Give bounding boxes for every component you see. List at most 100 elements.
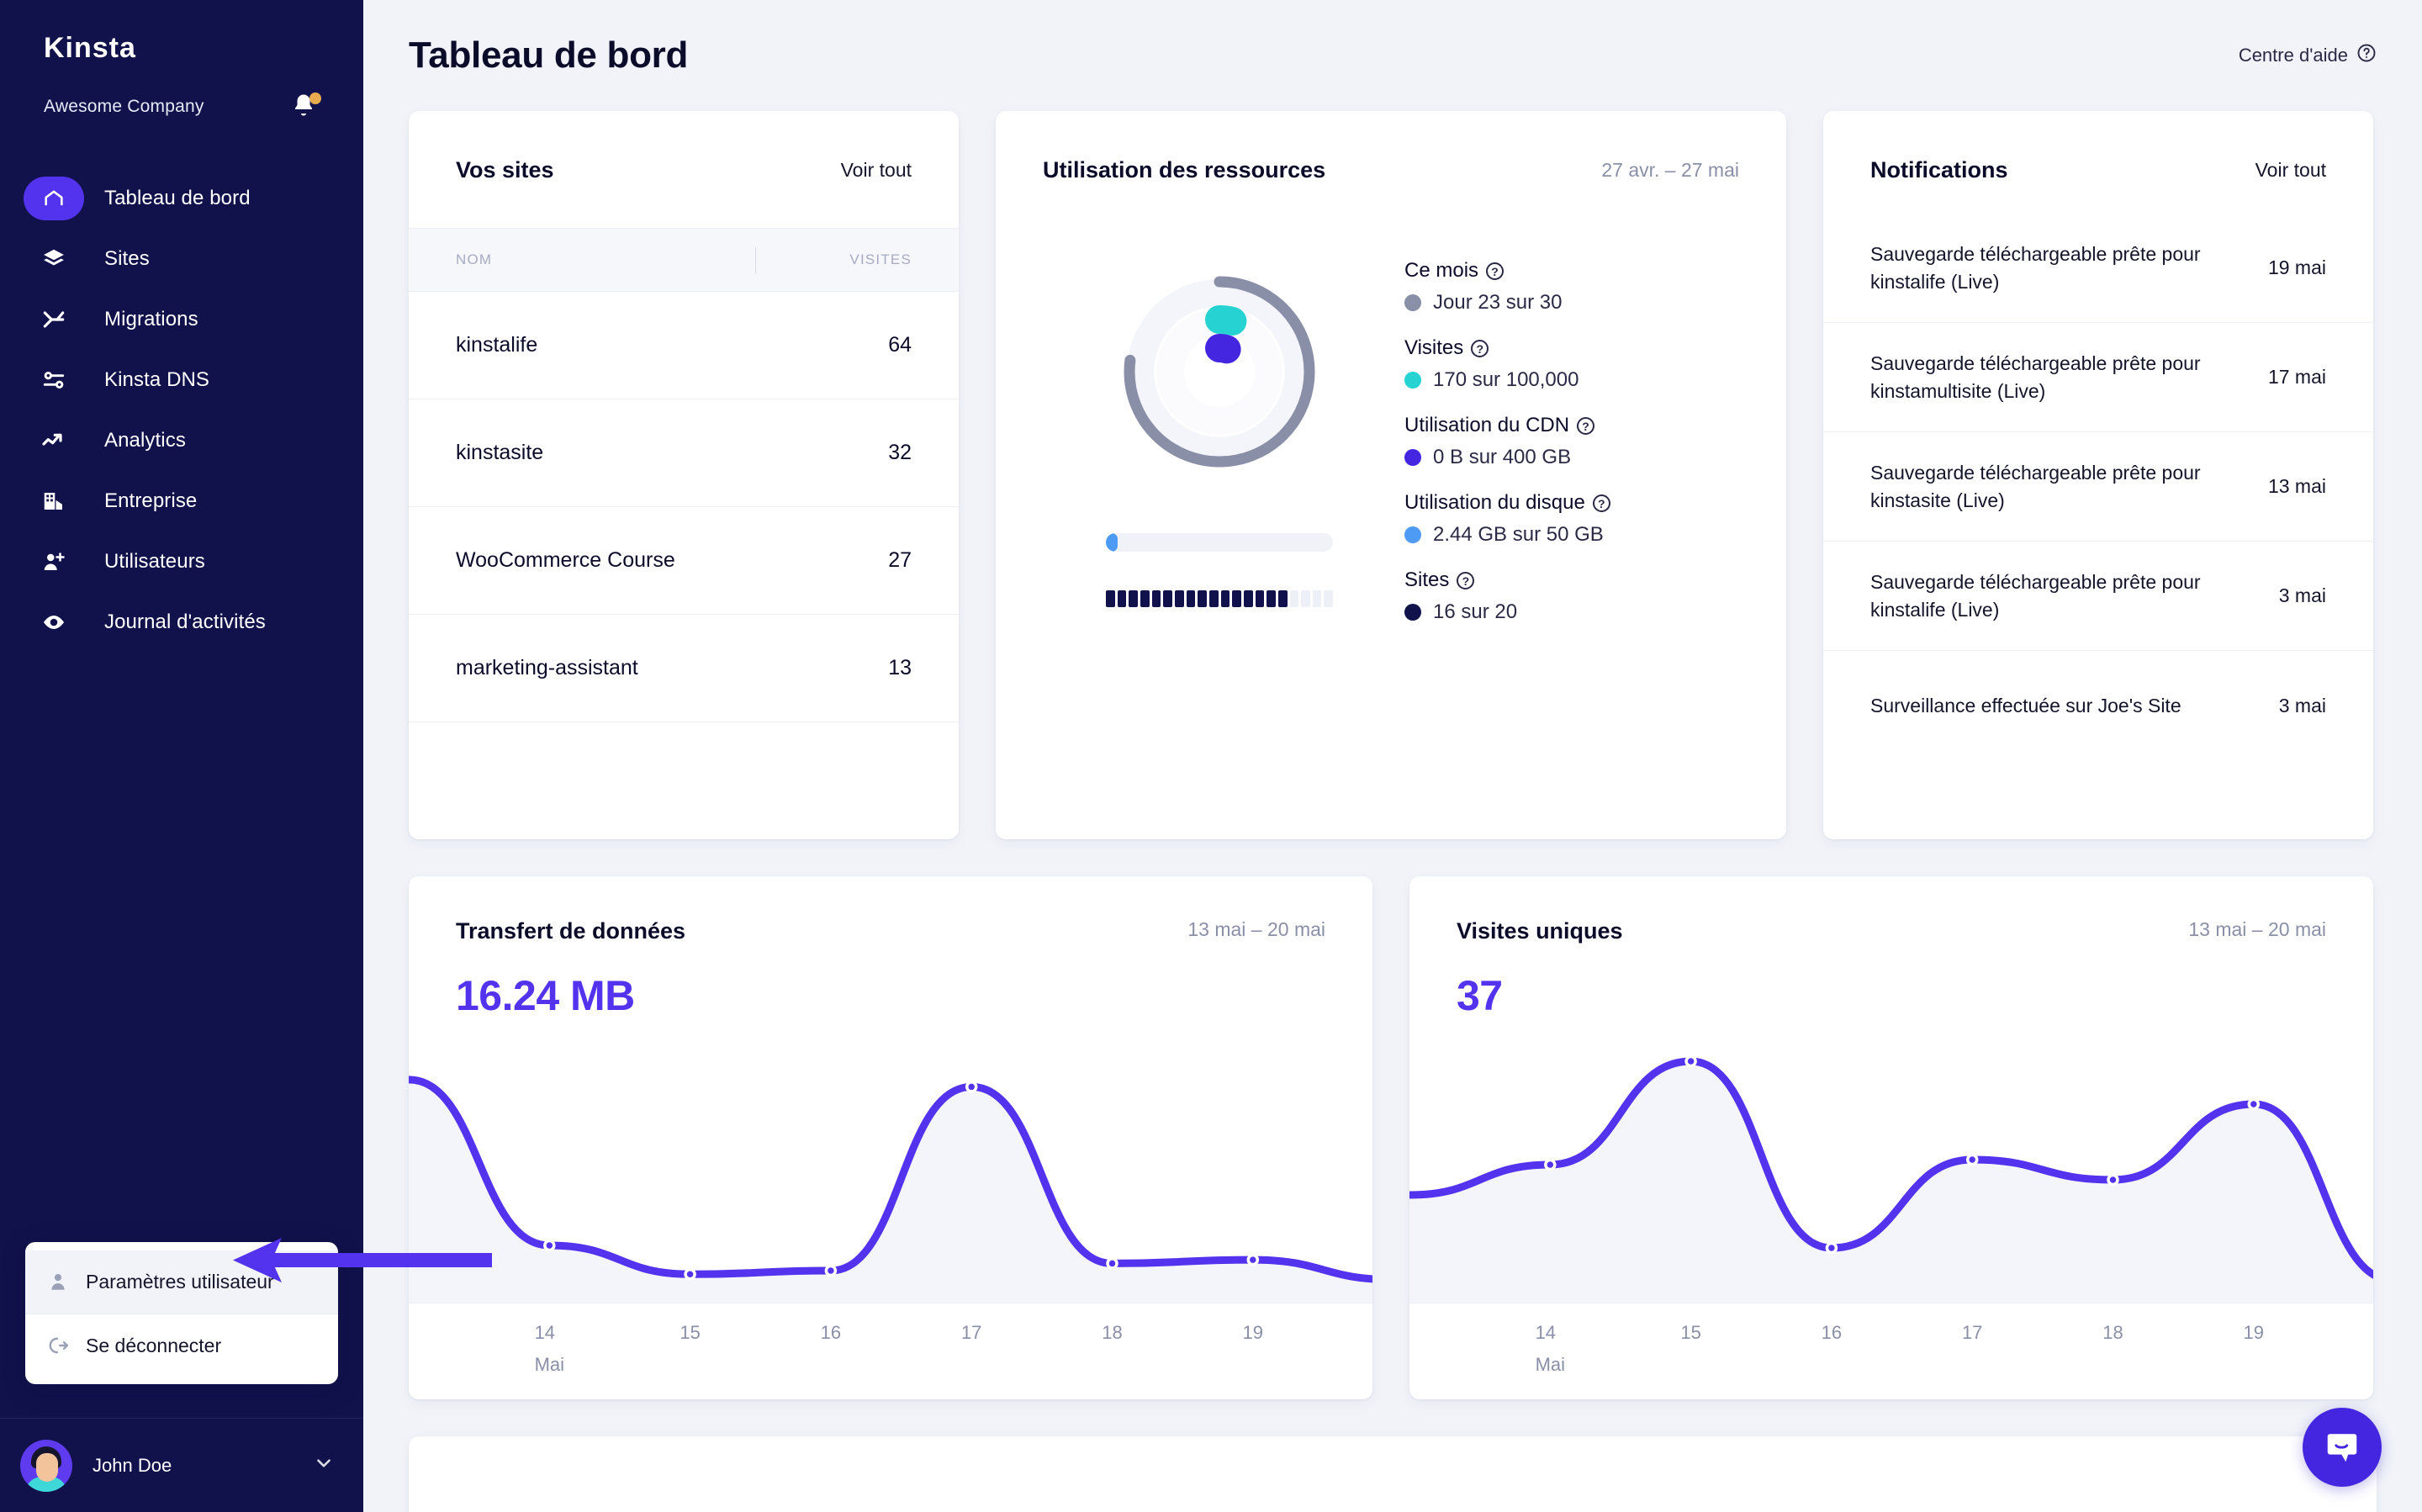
site-name: marketing-assistant [456,656,638,679]
chart-data-point[interactable] [2107,1173,2119,1187]
your-sites-view-all-link[interactable]: Voir tout [841,159,912,182]
chevron-down-icon[interactable] [313,1452,335,1478]
metric-label-text: Utilisation du CDN [1404,414,1570,436]
unique-visits-plot [1409,1025,2373,1303]
notifications-bell-button[interactable] [291,93,321,121]
metric-color-dot [1404,372,1421,389]
notification-text: Sauvegarde téléchargeable prête pour kin… [1870,570,2201,621]
metric-this-month: Ce mois ? Jour 23 sur 30 [1404,259,1739,315]
table-row[interactable]: WooCommerce Course 27 [409,507,959,615]
question-circle-icon [2356,43,2377,68]
notifications-view-all-link[interactable]: Voir tout [2255,159,2326,182]
chart-data-point[interactable] [543,1239,556,1252]
kinsta-logo[interactable]: Kinsta [0,0,363,74]
sidebar-item-analytics[interactable]: Analytics [0,410,363,471]
axis-tick-label: 14 Mai [534,1322,565,1375]
chart-data-point[interactable] [2247,1097,2261,1111]
site-segment [1232,590,1241,607]
site-name: kinstasite [456,441,544,464]
chart-data-point[interactable] [965,1081,978,1093]
menu-item-logout[interactable]: Se déconnecter [25,1314,338,1377]
list-item[interactable]: Sauvegarde téléchargeable prête pour kin… [1823,323,2373,432]
donut-svg [1124,276,1315,468]
sidebar-item-sites[interactable]: Sites [0,229,363,289]
menu-item-user-settings[interactable]: Paramètres utilisateur [25,1250,338,1314]
site-visits: 13 [888,656,912,679]
question-circle-icon[interactable]: ? [1577,416,1595,435]
resource-usage-visuals [1043,242,1396,646]
axis-month-label: Mai [534,1354,565,1375]
unique-visits-axis: 14Mai151617181920 [1409,1303,2373,1399]
notifications-header: Notifications Voir tout [1823,111,2373,195]
list-item[interactable]: Sauvegarde téléchargeable prête pour kin… [1823,214,2373,323]
menu-label-logout: Se déconnecter [86,1334,222,1356]
list-item[interactable]: Sauvegarde téléchargeable prête pour kin… [1823,542,2373,651]
metric-value-row: Jour 23 sur 30 [1404,291,1739,315]
dns-icon [24,358,84,402]
chart-data-point[interactable] [684,1268,696,1281]
chart-data-point[interactable] [1106,1257,1118,1270]
notification-text: Sauvegarde téléchargeable prête pour kin… [1870,352,2201,402]
question-circle-icon[interactable]: ? [1471,339,1489,357]
notification-date: 17 mai [2267,366,2326,388]
avatar [20,1439,72,1492]
unique-visits-title: Visites uniques [1457,918,1623,944]
metric-color-dot [1404,449,1421,466]
sidebar-item-migrations[interactable]: Migrations [0,289,363,350]
chart-data-point[interactable] [1965,1153,1979,1166]
table-row[interactable]: marketing-assistant 13 [409,615,959,722]
question-circle-icon[interactable]: ? [1486,262,1504,280]
site-segment [1255,590,1265,607]
site-segment [1312,590,1322,607]
site-segment [1151,590,1161,607]
column-divider [755,247,756,274]
resource-usage-header: Utilisation des ressources 27 avr. – 27 … [996,111,1786,195]
question-circle-icon[interactable]: ? [1592,494,1610,512]
sidebar-nav: Tableau de bord Sites Migrations Kinsta … [0,168,363,653]
chart-data-point[interactable] [1544,1158,1557,1171]
your-sites-title: Vos sites [456,156,554,182]
user-dropdown-menu: Paramètres utilisateur Se déconnecter [25,1241,338,1384]
metric-sites: Sites ? 16 sur 20 [1404,568,1739,624]
sidebar-item-entreprise[interactable]: Entreprise [0,471,363,531]
chat-bubble-button[interactable] [2303,1408,2382,1487]
axis-tick-label: 18 [2102,1322,2123,1343]
metric-label-text: Visites [1404,336,1464,359]
table-row[interactable]: kinstalife 64 [409,292,959,399]
sidebar-item-journal-activites[interactable]: Journal d'activités [0,592,363,653]
metric-value-row: 170 sur 100,000 [1404,368,1739,392]
sidebar-item-utilisateurs[interactable]: Utilisateurs [0,531,363,592]
metric-value-row: 16 sur 20 [1404,600,1739,624]
sites-table-header: NOM VISITES [409,228,959,292]
site-visits: 27 [888,548,912,572]
question-circle-icon[interactable]: ? [1457,571,1475,589]
notification-date: 19 mai [2267,256,2326,278]
data-transfer-ticks: 14Mai151617181920 [409,1322,1372,1381]
sidebar-item-kinsta-dns[interactable]: Kinsta DNS [0,350,363,410]
data-transfer-axis: 14Mai151617181920 [409,1303,1372,1399]
eye-icon [24,600,84,644]
site-segment [1220,590,1230,607]
sidebar-item-dashboard[interactable]: Tableau de bord [0,168,363,229]
list-item[interactable]: Sauvegarde téléchargeable prête pour kin… [1823,432,2373,542]
resource-usage-range: 27 avr. – 27 mai [1601,158,1739,181]
table-row[interactable]: kinstasite 32 [409,399,959,507]
help-center-link[interactable]: Centre d'aide [2239,43,2377,68]
chart-data-point[interactable] [1825,1241,1838,1255]
metric-label-text: Sites [1404,568,1450,591]
resource-usage-card: Utilisation des ressources 27 avr. – 27 … [996,111,1786,839]
user-bar[interactable]: John Doe [0,1418,363,1512]
metric-label: Visites ? [1404,336,1739,360]
metric-value-row: 2.44 GB sur 50 GB [1404,523,1739,547]
company-name: Awesome Company [44,97,204,116]
user-icon [47,1271,86,1293]
home-icon [24,177,84,220]
list-item[interactable]: Surveillance effectuée sur Joe's Site 3 … [1823,651,2373,760]
chart-data-point[interactable] [824,1264,838,1277]
site-segment [1140,590,1150,607]
site-segment [1267,590,1276,607]
axis-tick-label: 16 [820,1322,842,1343]
chart-data-point[interactable] [1246,1253,1260,1266]
column-header-name: NOM [456,251,493,267]
chart-data-point[interactable] [1684,1055,1697,1068]
